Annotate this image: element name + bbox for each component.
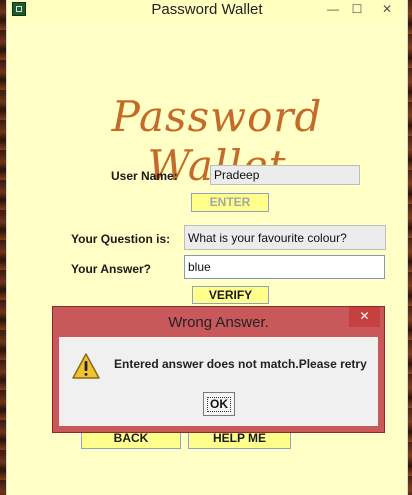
answer-label: Your Answer? [71, 262, 152, 276]
wrong-answer-dialog: Wrong Answer. ✕ Entered answer does not … [52, 306, 385, 433]
ok-button[interactable]: OK [203, 392, 235, 416]
warning-icon [72, 353, 100, 379]
dialog-close-button[interactable]: ✕ [349, 307, 380, 327]
question-label: Your Question is: [71, 232, 171, 246]
title-bar[interactable]: Password Wallet — ☐ ✕ [7, 0, 407, 20]
minimize-button[interactable]: — [321, 0, 345, 20]
close-button[interactable]: ✕ [369, 0, 405, 20]
question-field: What is your favourite colour? [184, 225, 386, 250]
username-label: User Name: [111, 169, 178, 183]
verify-button[interactable]: VERIFY [192, 286, 269, 304]
dialog-body: Entered answer does not match.Please ret… [59, 337, 378, 426]
maximize-button[interactable]: ☐ [345, 0, 369, 20]
dialog-title: Wrong Answer. [168, 314, 269, 331]
username-field[interactable]: Pradeep [210, 165, 360, 185]
dialog-message: Entered answer does not match.Please ret… [114, 357, 367, 371]
ok-button-label: OK [207, 396, 231, 412]
answer-input[interactable]: blue [184, 255, 385, 279]
enter-button[interactable]: ENTER [191, 193, 269, 212]
